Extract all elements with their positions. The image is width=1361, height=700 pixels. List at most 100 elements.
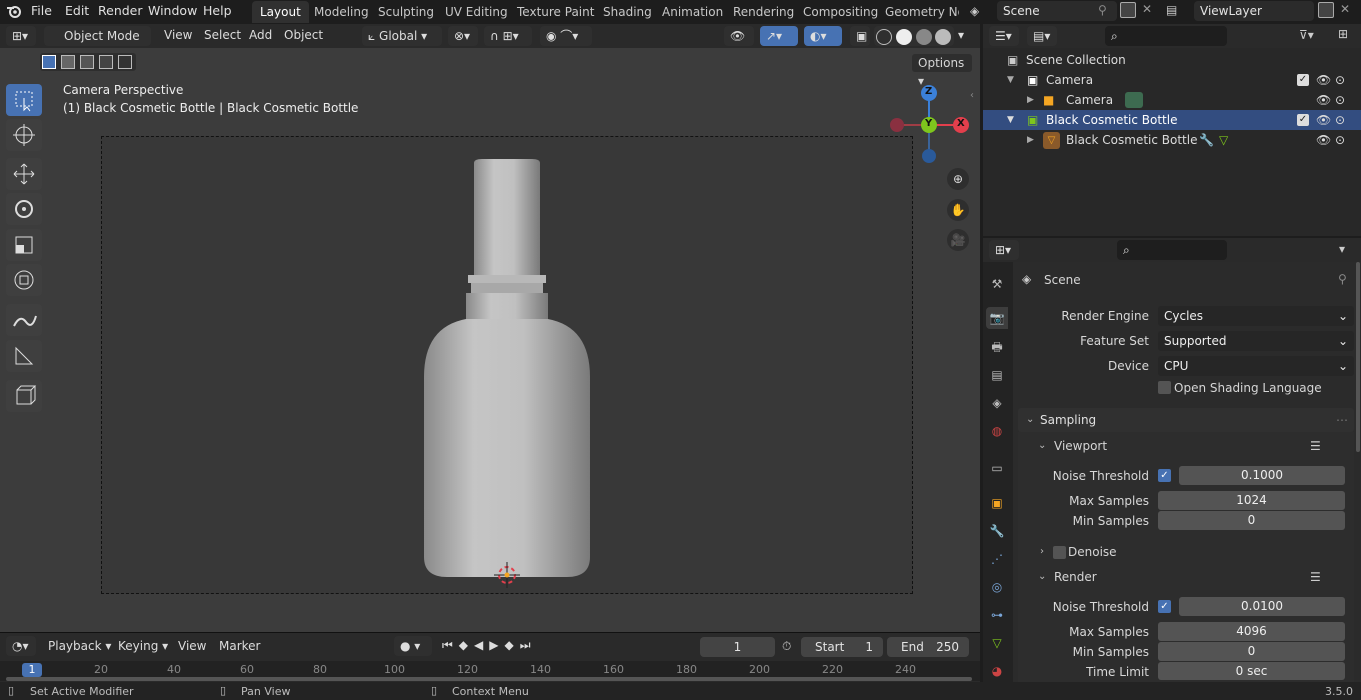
tab-layout[interactable]: Layout xyxy=(252,1,309,23)
menu-help[interactable]: Help xyxy=(203,3,232,18)
timeline-ruler[interactable]: 1 20 40 60 80 100 120 140 160 180 200 22… xyxy=(0,661,980,681)
mesh-data-icon[interactable]: ▽ xyxy=(1219,130,1228,150)
playhead-frame[interactable]: 1 xyxy=(22,663,42,677)
feature-set-dropdown[interactable]: Supported ⌄ xyxy=(1158,331,1354,351)
collection-tab-icon[interactable]: ▭ xyxy=(986,457,1008,479)
gizmo-toggle-icon[interactable]: ↗▾ xyxy=(760,26,798,46)
proportional-edit-icon[interactable]: ◉ ⌒▾ xyxy=(540,26,592,46)
scene-tab-icon[interactable]: ◈ xyxy=(986,392,1008,414)
vp-noise-checkbox[interactable]: ✓ xyxy=(1158,469,1171,482)
add-cube-tool-icon[interactable] xyxy=(6,380,42,412)
expand-toggle-icon[interactable]: ▶ xyxy=(1027,90,1034,110)
particles-tab-icon[interactable]: ⋰ xyxy=(986,548,1008,570)
tab-sculpting[interactable]: Sculpting xyxy=(370,1,442,23)
tab-texture-paint[interactable]: Texture Paint xyxy=(509,1,602,23)
pivot-icon[interactable]: ⊗▾ xyxy=(448,26,478,46)
tool-tab-icon[interactable]: ⚒ xyxy=(986,273,1008,295)
r-min-field[interactable]: 0 xyxy=(1158,642,1345,661)
eye-icon[interactable]: 👁 xyxy=(1316,70,1331,90)
viewport-subpanel-header[interactable]: ⌄ Viewport ☰ xyxy=(1038,436,1354,456)
select-new-icon[interactable] xyxy=(42,55,56,69)
select-subtract-icon[interactable] xyxy=(80,55,94,69)
presets-list-icon[interactable]: ☰ xyxy=(1310,436,1321,456)
expand-toggle-icon[interactable]: ▶ xyxy=(1027,130,1034,150)
render-camera-icon[interactable]: ⊙ xyxy=(1335,110,1345,130)
pan-hand-icon[interactable]: ✋ xyxy=(947,199,969,221)
options-dropdown[interactable]: Options ▾ xyxy=(912,54,972,88)
expand-toggle-icon[interactable]: ▼ xyxy=(1007,70,1014,90)
select-mode-buttons[interactable] xyxy=(40,53,136,71)
outliner-row-camera-object[interactable]: ▶ ■ Camera 👁 ⊙ xyxy=(983,90,1361,110)
current-frame-field[interactable]: 1 xyxy=(700,637,775,657)
render-camera-icon[interactable]: ⊙ xyxy=(1335,70,1345,90)
properties-search-input[interactable]: ⌕ xyxy=(1117,240,1227,260)
data-tab-icon[interactable]: ▽ xyxy=(986,632,1008,654)
timeline-menu-playback[interactable]: Playback ▾ xyxy=(48,639,111,653)
view-layer-tab-icon[interactable]: ▤ xyxy=(986,364,1008,386)
render-subpanel-header[interactable]: ⌄ Render ☰ xyxy=(1038,567,1354,587)
tab-shading[interactable]: Shading xyxy=(595,1,660,23)
menu-object[interactable]: Object xyxy=(284,28,323,42)
eye-icon[interactable]: 👁 xyxy=(1316,90,1331,110)
select-box-tool-icon[interactable] xyxy=(6,84,42,116)
denoise-checkbox[interactable] xyxy=(1053,546,1066,559)
new-collection-icon[interactable]: ⊞ xyxy=(1338,27,1348,41)
render-camera-icon[interactable]: ⊙ xyxy=(1335,90,1345,110)
material-shading-icon[interactable] xyxy=(915,28,932,45)
tab-modeling[interactable]: Modeling xyxy=(306,1,377,23)
timeline-menu-keying[interactable]: Keying ▾ xyxy=(118,639,168,653)
move-tool-icon[interactable] xyxy=(6,158,42,190)
menu-file[interactable]: File xyxy=(31,3,52,18)
output-tab-icon[interactable]: 🖶 xyxy=(986,336,1008,358)
bottle-render[interactable] xyxy=(102,137,914,595)
denoise-subpanel-header[interactable]: › Denoise xyxy=(1038,542,1354,562)
pin-icon[interactable]: ⚲ xyxy=(1338,272,1347,286)
expand-toggle-icon[interactable]: ▼ xyxy=(1007,110,1014,130)
filter-icon[interactable]: ⊽▾ xyxy=(1299,28,1314,42)
camera-data-icon[interactable] xyxy=(1125,92,1143,108)
display-mode-icon[interactable]: ▤▾ xyxy=(1027,26,1057,46)
properties-scrollbar[interactable] xyxy=(1356,262,1360,452)
outliner-search-input[interactable]: ⌕ xyxy=(1105,26,1227,46)
select-extend-icon[interactable] xyxy=(61,55,75,69)
snap-icon[interactable]: ∩ ⊞▾ xyxy=(484,26,532,46)
properties-editor-icon[interactable]: ⊞▾ xyxy=(989,240,1019,260)
tab-rendering[interactable]: Rendering xyxy=(725,1,802,23)
eye-icon[interactable]: 👁 xyxy=(1316,110,1331,130)
wireframe-shading-icon[interactable] xyxy=(876,28,892,45)
physics-tab-icon[interactable]: ◎ xyxy=(986,576,1008,598)
exclude-checkbox[interactable]: ✓ xyxy=(1297,114,1309,126)
pin-icon[interactable]: ⚲ xyxy=(1098,3,1107,17)
measure-tool-icon[interactable] xyxy=(6,340,42,372)
preview-range-icon[interactable]: ⏱ xyxy=(782,639,791,654)
rendered-shading-icon[interactable] xyxy=(935,28,952,45)
scale-tool-icon[interactable] xyxy=(6,229,42,261)
r-time-field[interactable]: 0 sec xyxy=(1158,662,1345,680)
object-mode-dropdown[interactable]: Object Mode ▾ xyxy=(44,26,151,63)
eye-icon[interactable]: 👁 xyxy=(1316,130,1331,150)
tab-geometry-nodes[interactable]: Geometry Noc xyxy=(877,1,959,23)
xray-icon[interactable]: ▣ xyxy=(850,26,870,46)
new-scene-icon[interactable] xyxy=(1120,2,1136,18)
tab-compositing[interactable]: Compositing xyxy=(795,1,886,23)
scene-icon[interactable]: ◈ xyxy=(970,4,979,18)
world-tab-icon[interactable]: ◍ xyxy=(986,420,1008,442)
close-scene-icon[interactable]: ✕ xyxy=(1142,2,1152,16)
menu-edit[interactable]: Edit xyxy=(65,3,89,18)
tab-uv-editing[interactable]: UV Editing xyxy=(437,1,516,23)
blender-logo-icon[interactable] xyxy=(6,3,22,19)
menu-render[interactable]: Render xyxy=(98,3,143,18)
vp-noise-field[interactable]: 0.1000 xyxy=(1179,466,1345,485)
menu-view[interactable]: View xyxy=(164,28,192,42)
timeline-scrollbar[interactable] xyxy=(6,677,972,681)
material-tab-icon[interactable]: ◕ xyxy=(986,660,1008,682)
constraints-tab-icon[interactable]: ⊶ xyxy=(986,604,1008,626)
outliner-row-camera-collection[interactable]: ▼ ▣ Camera ✓ 👁 ⊙ xyxy=(983,70,1361,90)
end-frame-field[interactable]: End 250 xyxy=(887,637,969,657)
playback-controls[interactable]: ⏮◆◀▶◆⏭ xyxy=(442,638,537,653)
outliner-row-bottle-collection[interactable]: ▼ ▣ Black Cosmetic Bottle ✓ 👁 ⊙ xyxy=(983,110,1361,130)
render-tab-icon[interactable]: 📷 xyxy=(986,307,1008,329)
menu-window[interactable]: Window xyxy=(148,3,197,18)
annotate-tool-icon[interactable] xyxy=(6,304,42,336)
rotate-tool-icon[interactable] xyxy=(6,193,42,225)
